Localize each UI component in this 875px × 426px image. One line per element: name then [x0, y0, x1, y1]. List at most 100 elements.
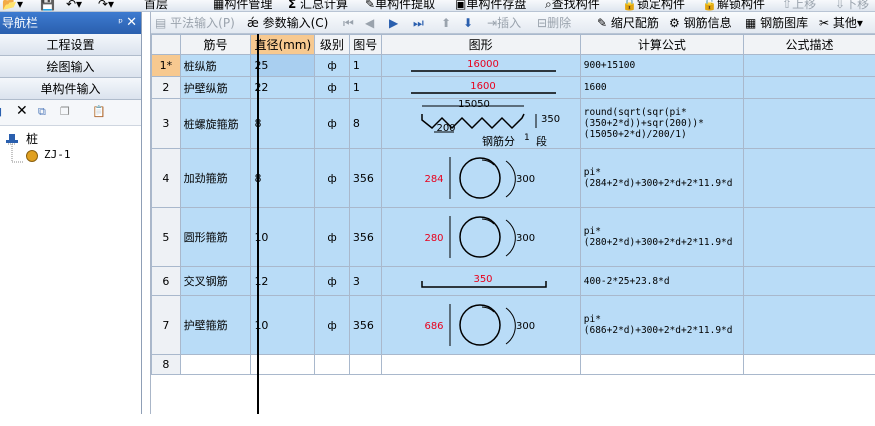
- formula-cell[interactable]: pi*(280+2*d)+300+2*d+2*11.9*d: [580, 208, 743, 267]
- row-number-cell[interactable]: 8: [152, 355, 181, 375]
- description-cell[interactable]: [744, 77, 875, 99]
- undo-icon[interactable]: ↶▾: [66, 0, 82, 12]
- single-save-button[interactable]: ▣单构件存盘: [455, 0, 526, 12]
- shape-cell[interactable]: 15050 350 200 钢筋分 1 段: [381, 99, 580, 149]
- rebar-info-button[interactable]: ⚙ 钢筋信息: [669, 15, 732, 31]
- name-cell[interactable]: 加劲箍筋: [180, 149, 251, 208]
- nav-section-single-input[interactable]: 单构件输入: [0, 78, 141, 100]
- diameter-cell[interactable]: 10: [251, 208, 315, 267]
- col-header-grade[interactable]: 级别: [315, 35, 350, 55]
- rebar-lib-button[interactable]: ▦ 钢筋图库: [745, 15, 808, 31]
- col-header-shape[interactable]: 图形: [381, 35, 580, 55]
- shape-cell[interactable]: 350: [381, 267, 580, 296]
- description-cell[interactable]: [744, 355, 875, 375]
- grade-cell[interactable]: ф: [315, 99, 350, 149]
- redo-icon[interactable]: ↷▾: [98, 0, 114, 12]
- table-row[interactable]: 4加劲箍筋8ф356 284 300pi*(284+2*d)+300+2*d+2…: [152, 149, 875, 208]
- floor-select[interactable]: 首层: [144, 0, 168, 12]
- formula-cell[interactable]: round(sqrt(sqr(pi*(350+2*d))+sqr(200))*(…: [580, 99, 743, 149]
- shape-cell[interactable]: [381, 355, 580, 375]
- delete-icon[interactable]: ✕: [16, 103, 28, 119]
- open-folder-icon[interactable]: 📂▾: [2, 0, 23, 12]
- tree-node-pile[interactable]: 桩: [26, 130, 38, 147]
- table-row[interactable]: 3桩螺旋箍筋8ф8 15050 350 200 钢筋分 1 段round(sqr…: [152, 99, 875, 149]
- row-down-icon[interactable]: ⬇: [463, 15, 473, 31]
- scale-config-button[interactable]: ✎ 缩尺配筋: [597, 15, 659, 31]
- shape-cell[interactable]: 16000: [381, 55, 580, 77]
- grade-cell[interactable]: [315, 355, 350, 375]
- diameter-cell[interactable]: 25: [251, 55, 315, 77]
- diameter-cell[interactable]: 12: [251, 267, 315, 296]
- diameter-cell[interactable]: [251, 355, 315, 375]
- name-cell[interactable]: [180, 355, 251, 375]
- col-header-description[interactable]: 公式描述: [744, 35, 875, 55]
- diameter-cell[interactable]: 10: [251, 296, 315, 355]
- clipboard-icon[interactable]: 📋: [92, 105, 106, 118]
- flat-input-button[interactable]: ▤ 平法输入(P): [155, 15, 235, 31]
- row-up-icon[interactable]: ⬆: [441, 15, 451, 31]
- description-cell[interactable]: [744, 55, 875, 77]
- shape-cell[interactable]: 280 300: [381, 208, 580, 267]
- name-cell[interactable]: 护壁箍筋: [180, 296, 251, 355]
- delete-button[interactable]: ⊟删除: [537, 15, 571, 31]
- fig-number-cell[interactable]: 356: [349, 208, 381, 267]
- fig-number-cell[interactable]: 3: [349, 267, 381, 296]
- table-row[interactable]: 5圆形箍筋10ф356 280 300pi*(280+2*d)+300+2*d+…: [152, 208, 875, 267]
- grade-cell[interactable]: ф: [315, 55, 350, 77]
- formula-cell[interactable]: pi*(284+2*d)+300+2*d+2*11.9*d: [580, 149, 743, 208]
- shape-cell[interactable]: 284 300: [381, 149, 580, 208]
- description-cell[interactable]: [744, 208, 875, 267]
- col-header-formula[interactable]: 计算公式: [580, 35, 743, 55]
- col-header-name[interactable]: 筋号: [180, 35, 251, 55]
- fig-number-cell[interactable]: 1: [349, 77, 381, 99]
- row-number-cell[interactable]: 2: [152, 77, 181, 99]
- param-input-button[interactable]: ǽ 参数输入(C): [247, 15, 328, 31]
- formula-cell[interactable]: 400-2*25+23.8*d: [580, 267, 743, 296]
- table-row[interactable]: 2护壁纵筋22ф1 16001600: [152, 77, 875, 99]
- table-row[interactable]: 7护壁箍筋10ф356 686 300pi*(686+2*d)+300+2*d+…: [152, 296, 875, 355]
- description-cell[interactable]: [744, 267, 875, 296]
- diameter-cell[interactable]: 8: [251, 99, 315, 149]
- fig-number-cell[interactable]: [349, 355, 381, 375]
- prev-record-icon[interactable]: ◀: [365, 15, 374, 31]
- name-cell[interactable]: 桩螺旋箍筋: [180, 99, 251, 149]
- grade-cell[interactable]: ф: [315, 267, 350, 296]
- table-row[interactable]: 6交叉钢筋12ф3 350400-2*25+23.8*d: [152, 267, 875, 296]
- fig-number-cell[interactable]: 356: [349, 149, 381, 208]
- fig-number-cell[interactable]: 8: [349, 99, 381, 149]
- name-cell[interactable]: 交叉钢筋: [180, 267, 251, 296]
- formula-cell[interactable]: 900+15100: [580, 55, 743, 77]
- name-cell[interactable]: 圆形箍筋: [180, 208, 251, 267]
- new-icon[interactable]: ▮: [0, 105, 2, 118]
- grade-cell[interactable]: ф: [315, 77, 350, 99]
- diameter-cell[interactable]: 22: [251, 77, 315, 99]
- move-up-button[interactable]: ⇧上移: [782, 0, 816, 12]
- col-header-diameter[interactable]: 直径(mm): [251, 35, 315, 55]
- insert-button[interactable]: ⇥插入: [487, 15, 521, 31]
- copy-icon[interactable]: ⧉: [38, 105, 46, 119]
- table-row[interactable]: 1*桩纵筋25ф1 16000900+15100: [152, 55, 875, 77]
- move-down-button[interactable]: ⇩下移: [835, 0, 869, 12]
- first-record-icon[interactable]: ⏮: [343, 15, 354, 31]
- formula-cell[interactable]: pi*(686+2*d)+300+2*d+2*11.9*d: [580, 296, 743, 355]
- description-cell[interactable]: [744, 99, 875, 149]
- close-icon[interactable]: ✕: [126, 12, 137, 34]
- shape-cell[interactable]: 686 300: [381, 296, 580, 355]
- fig-number-cell[interactable]: 356: [349, 296, 381, 355]
- table-row[interactable]: 8: [152, 355, 875, 375]
- tree-node-zj1[interactable]: ZJ-1: [44, 148, 71, 161]
- row-number-cell[interactable]: 1*: [152, 55, 181, 77]
- summary-calc-button[interactable]: Σ 汇总计算: [288, 0, 348, 12]
- row-number-cell[interactable]: 4: [152, 149, 181, 208]
- shape-cell[interactable]: 1600: [381, 77, 580, 99]
- row-number-cell[interactable]: 3: [152, 99, 181, 149]
- other-button[interactable]: ✂ 其他▾: [819, 15, 863, 31]
- paste-icon[interactable]: ❐: [60, 105, 70, 118]
- pin-icon[interactable]: ᵖ: [118, 12, 123, 34]
- nav-section-drawing-input[interactable]: 绘图输入: [0, 56, 141, 78]
- fig-number-cell[interactable]: 1: [349, 55, 381, 77]
- lock-component-button[interactable]: 🔒锁定构件: [622, 0, 685, 12]
- col-header-fig-no[interactable]: 图号: [349, 35, 381, 55]
- description-cell[interactable]: [744, 296, 875, 355]
- name-cell[interactable]: 护壁纵筋: [180, 77, 251, 99]
